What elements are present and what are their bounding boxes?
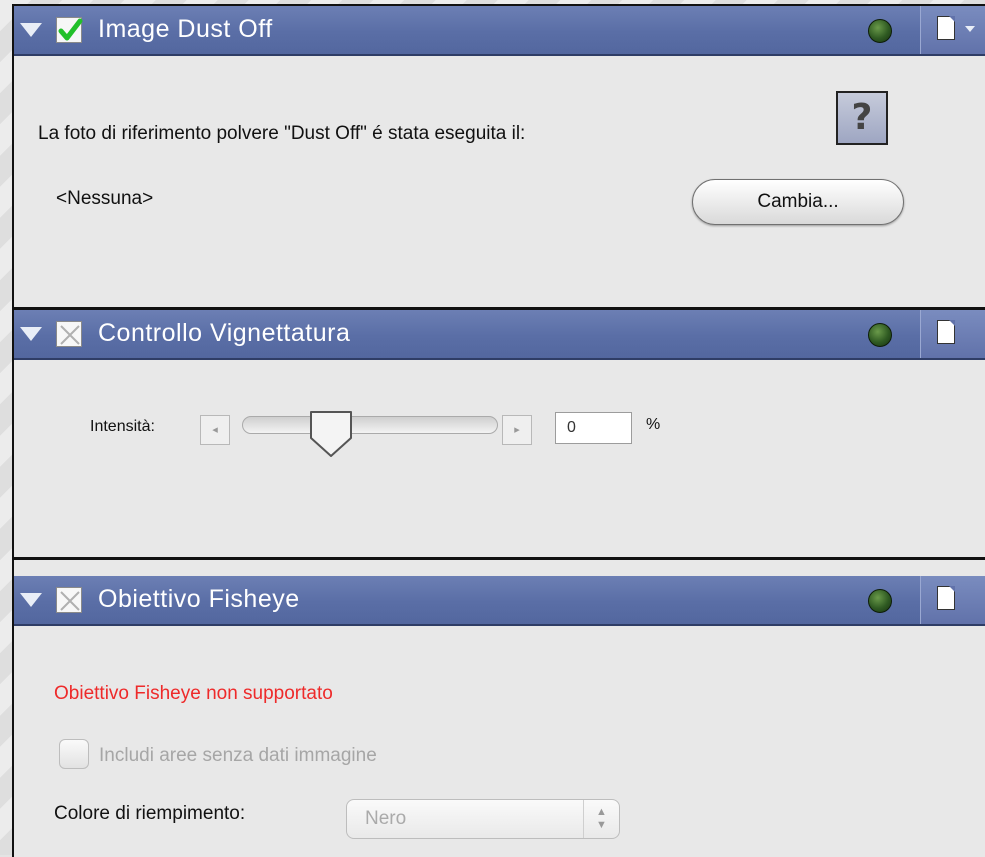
intensity-slider-thumb[interactable]	[307, 408, 355, 460]
section-header-vignette[interactable]: Controllo Vignettatura	[14, 310, 985, 360]
section-title: Image Dust Off	[98, 15, 273, 43]
status-led-icon	[868, 589, 892, 613]
intensity-label: Intensità:	[90, 418, 155, 435]
chevron-down-icon	[965, 26, 975, 32]
change-button[interactable]: Cambia...	[692, 179, 904, 225]
fill-color-select[interactable]: Nero ▲ ▼	[346, 799, 620, 839]
status-led-icon	[868, 19, 892, 43]
cross-icon	[60, 325, 80, 345]
document-icon	[937, 320, 955, 344]
fill-color-label: Colore di riempimento:	[54, 803, 246, 824]
section-header-dust-off[interactable]: Image Dust Off	[14, 6, 985, 56]
dust-off-reference-value: <Nessuna>	[56, 188, 154, 209]
status-led-icon	[868, 323, 892, 347]
adjustments-panel: Image Dust Off La foto di riferimento po…	[12, 4, 985, 857]
document-menu-button[interactable]	[920, 6, 985, 54]
fill-color-value: Nero	[365, 808, 407, 829]
disclosure-triangle-icon[interactable]	[20, 327, 42, 341]
document-icon	[937, 586, 955, 610]
section-body-vignette: Intensità:	[14, 360, 985, 560]
disclosure-triangle-icon[interactable]	[20, 593, 42, 607]
slider-decrease-button[interactable]: ◂	[200, 415, 230, 445]
intensity-unit: %	[646, 416, 661, 433]
checkmark-icon	[58, 18, 83, 41]
slider-increase-button[interactable]: ▸	[502, 415, 532, 445]
document-icon	[937, 16, 955, 40]
fisheye-warning: Obiettivo Fisheye non supportato	[54, 683, 333, 704]
cross-icon	[60, 591, 80, 611]
intensity-input[interactable]: 0	[555, 412, 632, 444]
enable-checkbox-vignette[interactable]	[56, 321, 82, 347]
enable-checkbox-dust-off[interactable]	[56, 17, 83, 43]
include-areas-label: Includi aree senza dati immagine	[99, 745, 377, 766]
section-title: Obiettivo Fisheye	[98, 585, 300, 613]
document-menu-button[interactable]	[920, 576, 985, 624]
help-button[interactable]: ?	[836, 91, 888, 145]
intensity-slider-track[interactable]	[242, 416, 498, 434]
document-menu-button[interactable]	[920, 310, 985, 358]
section-title: Controllo Vignettatura	[98, 319, 351, 347]
disclosure-triangle-icon[interactable]	[20, 23, 42, 37]
include-areas-checkbox[interactable]	[59, 739, 89, 769]
dust-off-description: La foto di riferimento polvere "Dust Off…	[38, 123, 526, 144]
updown-arrows-icon: ▲ ▼	[583, 800, 619, 838]
enable-checkbox-fisheye[interactable]	[56, 587, 82, 613]
section-header-fisheye[interactable]: Obiettivo Fisheye	[14, 576, 985, 626]
